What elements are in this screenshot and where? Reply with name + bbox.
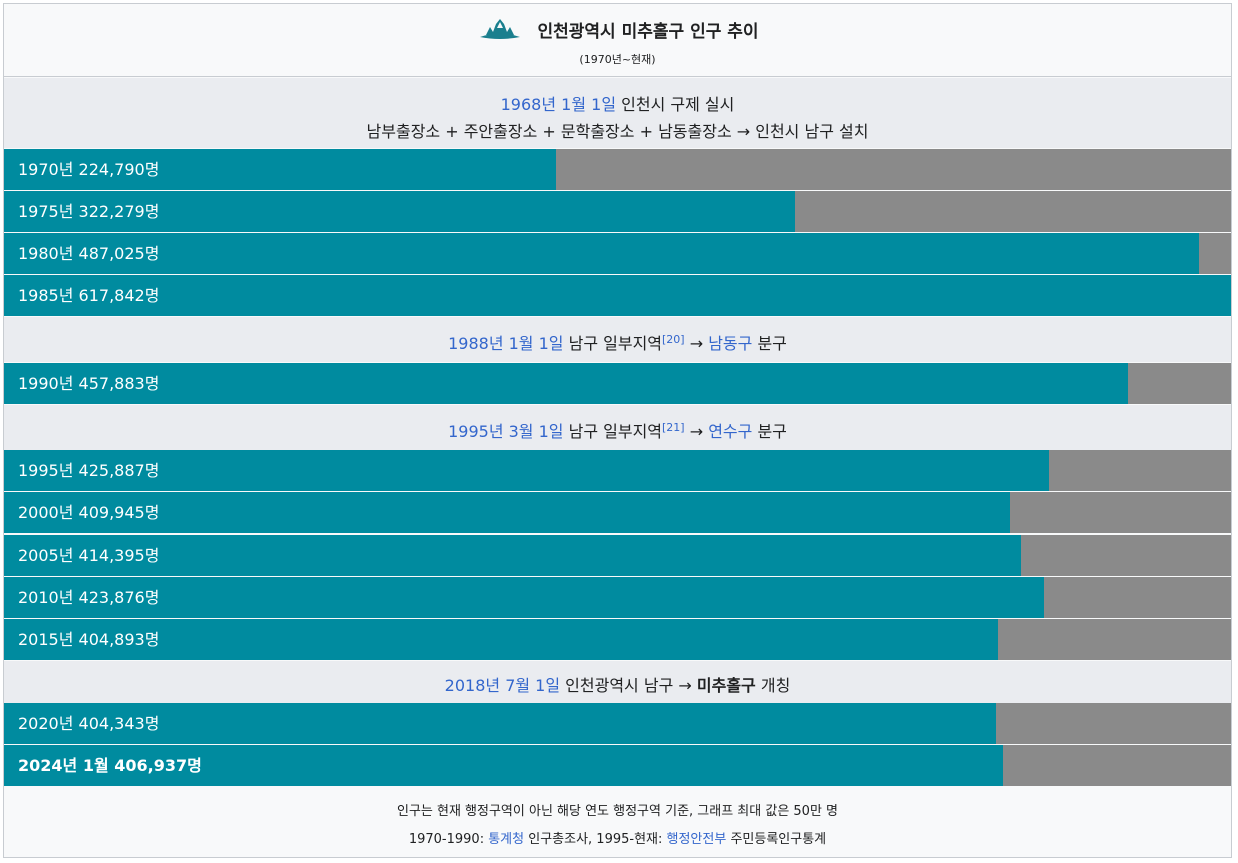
bar-label: 2000년 409,945명 (18, 503, 160, 522)
chart-header: 인천광역시 미추홀구 인구 추이 (1970년~현재) (4, 4, 1231, 77)
district-link[interactable]: 남동구 (708, 334, 752, 353)
bar-fill (4, 233, 1200, 274)
source-text: 1970-1990: (408, 832, 489, 847)
bar-row-1980: 1980년 487,025명 (4, 233, 1231, 274)
event-date-link[interactable]: 1995년 3월 1일 (448, 422, 563, 441)
event-text: 남구 일부지역 (563, 422, 663, 441)
source-link-ministry[interactable]: 행정안전부 (667, 832, 727, 847)
title-line: 인천광역시 미추홀구 인구 추이 (4, 16, 1231, 44)
bar-label: 1985년 617,842명 (18, 286, 160, 305)
bar-label: 2020년 404,343명 (18, 714, 160, 733)
district-emblem-icon (480, 19, 521, 39)
bar-row-2020: 2020년 404,343명 (4, 703, 1231, 744)
bar-label: 1970년 224,790명 (18, 160, 160, 179)
event-date-link[interactable]: 2018년 7월 1일 (445, 676, 560, 695)
bar-row-1975: 1975년 322,279명 (4, 191, 1231, 232)
event-1995: 1995년 3월 1일 남구 일부지역[21] → 연수구 분구 (4, 405, 1231, 450)
bar-fill (4, 450, 1050, 491)
district-link[interactable]: 연수구 (708, 422, 752, 441)
footer-note: 인구는 현재 행정구역이 아닌 해당 연도 행정구역 기준, 그래프 최대 값은… (396, 804, 839, 819)
bar-row-1970: 1970년 224,790명 (4, 149, 1231, 190)
event-arrow: → (684, 334, 709, 353)
bar-label: 2010년 423,876명 (18, 588, 160, 607)
chart-subtitle: (1970년~현재) (579, 53, 656, 66)
bar-row-2000: 2000년 409,945명 (4, 492, 1231, 533)
event-text: 남구 일부지역 (563, 334, 663, 353)
event-text: 인천광역시 남구 → (560, 676, 697, 695)
bar-row-1990: 1990년 457,883명 (4, 363, 1231, 404)
event-detail: 남부출장소 + 주안출장소 + 문학출장소 + 남동출장소 → 인천시 남구 설… (366, 122, 869, 141)
source-text: 인구총조사, 1995-현재: (524, 832, 667, 847)
event-text: 분구 (752, 422, 787, 441)
event-2018: 2018년 7월 1일 인천광역시 남구 → 미추홀구 개칭 (4, 661, 1231, 703)
event-date-link[interactable]: 1968년 1월 1일 (501, 95, 616, 114)
bar-label: 1975년 322,279명 (18, 202, 160, 221)
bar-row-2010: 2010년 423,876명 (4, 577, 1231, 618)
event-arrow: → (684, 422, 709, 441)
bar-row-2024: 2024년 1월 406,937명 (4, 745, 1231, 786)
reference-link[interactable]: [20] (662, 333, 685, 346)
chart-footer: 인구는 현재 행정구역이 아닌 해당 연도 행정구역 기준, 그래프 최대 값은… (4, 787, 1231, 857)
chart-title: 인천광역시 미추홀구 인구 추이 (537, 21, 759, 42)
bar-fill (4, 577, 1045, 618)
event-date-link[interactable]: 1988년 1월 1일 (448, 334, 563, 353)
bar-label: 1995년 425,887명 (18, 461, 160, 480)
bar-label: 2005년 414,395명 (18, 546, 160, 565)
event-text: 인천시 구제 실시 (616, 95, 735, 114)
source-text: 주민등록인구통계 (726, 832, 827, 847)
bar-label: 1990년 457,883명 (18, 374, 160, 393)
bar-label: 1980년 487,025명 (18, 244, 160, 263)
footer-sources: 1970-1990: 통계청 인구총조사, 1995-현재: 행정안전부 주민등… (4, 828, 1231, 847)
bar-row-2005: 2005년 414,395명 (4, 535, 1231, 576)
reference-link[interactable]: [21] (662, 421, 685, 434)
bar-row-1995: 1995년 425,887명 (4, 450, 1231, 491)
event-text: 분구 (752, 334, 787, 353)
bar-row-1985: 1985년 617,842명 (4, 275, 1231, 316)
district-name: 미추홀구 (696, 676, 756, 695)
bar-label: 2015년 404,893명 (18, 630, 160, 649)
bar-fill (4, 363, 1128, 404)
bar-label: 2024년 1월 406,937명 (18, 756, 202, 775)
bar-fill (4, 275, 1231, 316)
event-1968: 1968년 1월 1일 인천시 구제 실시 남부출장소 + 주안출장소 + 문학… (4, 78, 1231, 148)
bar-row-2015: 2015년 404,893명 (4, 619, 1231, 660)
event-text: 개칭 (755, 676, 791, 695)
population-chart-box: 인천광역시 미추홀구 인구 추이 (1970년~현재) 1968년 1월 1일 … (3, 3, 1232, 858)
event-1988: 1988년 1월 1일 남구 일부지역[20] → 남동구 분구 (4, 317, 1231, 362)
source-link-statistics[interactable]: 통계청 (488, 832, 524, 847)
